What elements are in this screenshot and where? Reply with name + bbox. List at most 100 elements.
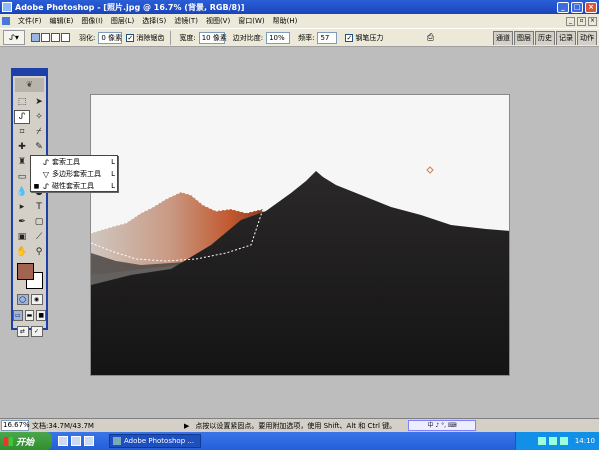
palette-tab-history[interactable]: 历史 [535,31,555,45]
menu-file[interactable]: 文件(F) [14,16,46,26]
path-select-icon[interactable]: ▸ [14,200,30,214]
lasso-tool-icon[interactable]: ᔑ [14,110,30,124]
menu-edit[interactable]: 编辑(E) [46,16,78,26]
quick-mask-button[interactable]: ◉ [30,294,43,305]
add-to-selection-button[interactable] [41,33,50,42]
close-button[interactable]: × [585,1,597,13]
feather-input[interactable]: 0 像素 [98,31,123,44]
status-bar: 16.67% 文档:34.7M/43.7M ▶ 点按以设置紧固点。要用附加选项，… [0,418,599,432]
palette-tab-channels[interactable]: 通道 [493,31,513,45]
eyedropper-icon[interactable]: ⟋ [31,230,47,244]
zoom-tool-icon[interactable]: ⚲ [31,245,47,259]
menu-select[interactable]: 选择(S) [138,16,170,26]
media-player-icon[interactable] [84,436,94,446]
frequency-input[interactable]: 57 [317,31,338,44]
subtract-from-selection-button[interactable] [51,33,60,42]
crop-tool-icon[interactable]: ⌗ [14,125,30,139]
edge-contrast-input[interactable]: 10% [266,31,291,44]
ime-toolbar[interactable]: 中 ♪ °, ⌨ [408,420,476,431]
start-button[interactable]: 开始 [0,432,52,450]
document-icon[interactable] [2,17,10,25]
type-tool-icon[interactable]: T [31,200,47,214]
magnetic-lasso-icon: ᔑ [43,181,49,191]
flyout-shortcut: L [111,170,115,178]
width-input[interactable]: 10 像素 [198,31,227,44]
flyout-label: 磁性套索工具 [52,182,94,190]
shape-tool-icon[interactable]: ▢ [31,215,47,229]
flyout-item-lasso[interactable]: ᔑ 套索工具 L [31,156,117,168]
palette-tab-actions-log[interactable]: 记录 [556,31,576,45]
doc-minimize-button[interactable]: _ [566,16,575,26]
foreground-color-swatch-top[interactable] [17,263,34,280]
imageready-icon[interactable]: ✓ [30,326,43,337]
doc-close-button[interactable]: × [588,16,597,26]
magic-wand-icon[interactable]: ✧ [31,110,47,124]
zoom-level-input[interactable]: 16.67% [1,420,30,431]
taskbar-photoshop-button[interactable]: Adobe Photoshop ... [109,434,201,448]
volume-icon[interactable] [548,437,557,445]
doc-restore-button[interactable]: ▫ [577,16,586,26]
toolbox: ❦ ⬚ ➤ ᔑ ✧ ⌗ ⌿ ✚ ✎ ♜ ↺ ▭ ▤ 💧 ● ▸ T ✒ ▢ ▣ … [11,68,48,337]
browser-icon[interactable] [71,436,81,446]
clock[interactable]: 14:10 [575,437,595,445]
jump-row: ⇄ ✓ [13,326,46,337]
clone-stamp-icon[interactable]: ♜ [14,155,30,169]
photoshop-feather-logo[interactable]: ❦ [15,78,44,92]
start-label: 开始 [16,437,35,448]
menu-view[interactable]: 视图(V) [202,16,234,26]
image-canvas[interactable] [90,94,510,376]
lasso-tool-flyout: ᔑ 套索工具 L ▽ 多边形套索工具 L ■ ᔑ 磁性套索工具 L [30,155,118,192]
notes-tool-icon[interactable]: ▣ [14,230,30,244]
workspace: ❦ ⬚ ➤ ᔑ ✧ ⌗ ⌿ ✚ ✎ ♜ ↺ ▭ ▤ 💧 ● ▸ T ✒ ▢ ▣ … [0,48,599,418]
taskbar: 开始 Adobe Photoshop ... 14:10 [0,432,599,450]
eraser-tool-icon[interactable]: ▭ [14,170,30,184]
menu-image[interactable]: 图像(I) [77,16,107,26]
feather-label: 羽化: [79,33,96,42]
palette-well: 通道 图层 历史 记录 动作 [492,31,597,45]
taskbar-photoshop-label: Adobe Photoshop ... [124,437,195,445]
healing-brush-icon[interactable]: ✚ [14,140,30,154]
mask-mode-row: ◯ ◉ [13,294,46,305]
standard-screen-button[interactable]: ▭ [13,310,23,321]
minimize-button[interactable]: _ [557,1,569,13]
blur-tool-icon[interactable]: 💧 [14,185,30,199]
tool-preset-picker[interactable]: ᔑ▾ [3,30,25,45]
new-selection-button[interactable] [31,33,40,42]
maximize-button[interactable]: □ [571,1,583,13]
frequency-label: 频率: [298,33,315,42]
flyout-item-polygonal-lasso[interactable]: ▽ 多边形套索工具 L [31,168,117,180]
pen-pressure-checkbox[interactable]: ✓ [345,33,354,42]
selected-bullet-icon: ■ [33,182,40,190]
menu-filter[interactable]: 滤镜(T) [170,16,202,26]
slice-tool-icon[interactable]: ⌿ [31,125,47,139]
flyout-shortcut: L [111,182,115,190]
move-tool-icon[interactable]: ➤ [31,95,47,109]
pen-pressure-label: 钢笔压力 [355,33,384,42]
menu-bar: 文件(F) 编辑(E) 图像(I) 图层(L) 选择(S) 滤镜(T) 视图(V… [0,14,599,28]
toolbox-titlebar[interactable] [13,70,46,76]
show-desktop-icon[interactable] [58,436,68,446]
menu-layer[interactable]: 图层(L) [107,16,138,26]
menu-help[interactable]: 帮助(H) [269,16,302,26]
brush-tool-icon[interactable]: ✎ [31,140,47,154]
flyout-item-magnetic-lasso[interactable]: ■ ᔑ 磁性套索工具 L [31,180,117,192]
palette-tab-actions[interactable]: 动作 [577,31,597,45]
standard-mode-button[interactable]: ◯ [16,294,29,305]
network-icon[interactable] [537,437,546,445]
antialias-checkbox[interactable]: ✓ [126,33,135,42]
status-menu-arrow-icon[interactable]: ▶ [184,422,189,430]
menu-window[interactable]: 窗口(W) [234,16,268,26]
title-bar: Adobe Photoshop - [照片.jpg @ 16.7% (背景, R… [0,0,599,14]
file-browser-icon[interactable]: ⎙ [423,31,437,45]
document-size-info[interactable]: 文档:34.7M/43.7M [32,421,150,431]
palette-tab-layers[interactable]: 图层 [514,31,534,45]
antivirus-icon[interactable] [559,437,568,445]
full-screen-menu-button[interactable]: ▬ [24,310,35,321]
full-screen-button[interactable]: ■ [36,310,47,321]
hand-tool-icon[interactable]: ✋ [14,245,30,259]
windows-flag-icon [4,436,13,446]
jump-to-imageready-button[interactable]: ⇄ [16,326,29,337]
intersect-selection-button[interactable] [61,33,70,42]
pen-tool-icon[interactable]: ✒ [14,215,30,229]
marquee-tool-icon[interactable]: ⬚ [14,95,30,109]
